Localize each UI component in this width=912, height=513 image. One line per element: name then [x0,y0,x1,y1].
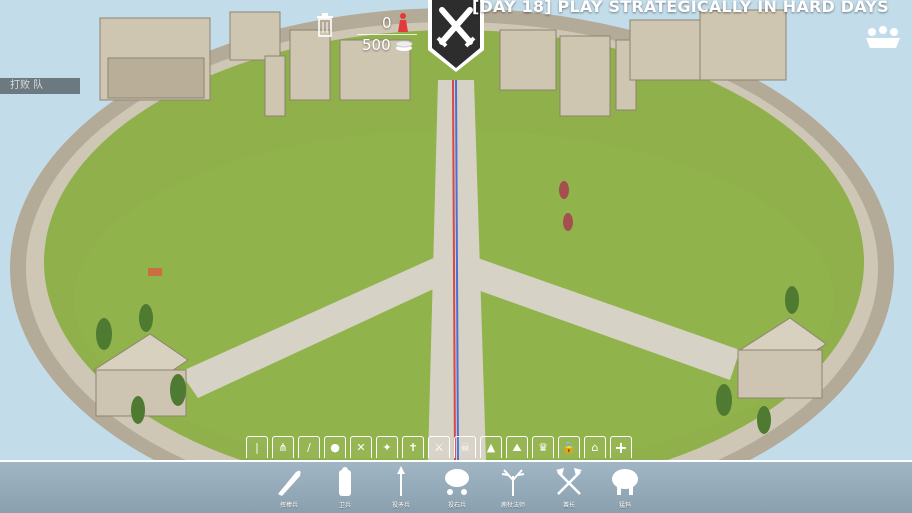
unit-list: 挥棒兵 卫兵 投矛兵 投石兵 鹿杖法师 酋长 猛犸 [270,466,644,510]
coins-icon [395,40,413,51]
unit-protector[interactable]: 卫兵 [326,466,364,510]
temple-icon[interactable]: ⌂ [584,436,606,458]
farmer-icon[interactable]: ⋔ [272,436,294,458]
lock-icon[interactable]: 🔒 [558,436,580,458]
shield-warrior-icon [339,467,351,496]
unit-count: 0 [382,14,392,32]
swords-icon[interactable]: ⚔ [428,436,450,458]
unit-mammoth[interactable]: 猛犸 [606,466,644,510]
skull-icon[interactable]: ☠ [454,436,476,458]
club-icon [278,470,301,496]
unit-club[interactable]: 挥棒兵 [270,466,308,510]
antler-staff-icon [501,469,525,496]
team-logo-icon[interactable] [864,24,902,50]
unit-label: 卫兵 [338,502,351,509]
star-icon[interactable]: ✦ [376,436,398,458]
axe-icon[interactable]: ✕ [350,436,372,458]
crossed-axes-icon [556,468,582,495]
faction-tabs: | ⋔ / ● ✕ ✦ ✝ ⚔ ☠ ▲ ⛰ ♛ 🔒 ⌂ + [246,436,632,460]
pyramid-icon[interactable]: ▲ [480,436,502,458]
crown-icon[interactable]: ♛ [532,436,554,458]
unit-person-icon [398,13,408,32]
money-amount: 500 [362,36,391,54]
animal [148,268,162,276]
mountain-icon[interactable]: ⛰ [506,436,528,458]
mammoth-icon [612,469,638,495]
unit-label: 酋长 [562,502,575,509]
unit-label: 挥棒兵 [279,502,298,509]
sword-icon[interactable]: / [298,436,320,458]
stone-thrower-icon [445,469,469,495]
cross-icon[interactable]: ✝ [402,436,424,458]
unit-label: 投矛兵 [391,502,410,509]
unit-chieftain[interactable]: 酋长 [550,466,588,510]
unit-label: 投石兵 [447,502,466,509]
trash-icon[interactable] [316,12,334,38]
level-title: [DAY 18] PLAY STRATEGICALLY IN HARD DAYS [472,0,889,16]
hud-divider [357,34,417,35]
unit-label: 鹿杖法师 [500,502,525,509]
unit-spear-thrower[interactable]: 投矛兵 [382,466,420,510]
shield-icon[interactable]: ● [324,436,346,458]
unit-stoner[interactable]: 投石兵 [438,466,476,510]
add-faction-button[interactable]: + [610,436,632,458]
spear-icon [397,466,405,496]
tribal-icon[interactable]: | [246,436,268,458]
unit-bone-mage[interactable]: 鹿杖法师 [494,466,532,510]
unit-label: 猛犸 [618,502,631,509]
team-label: 打败 队 [0,78,80,94]
